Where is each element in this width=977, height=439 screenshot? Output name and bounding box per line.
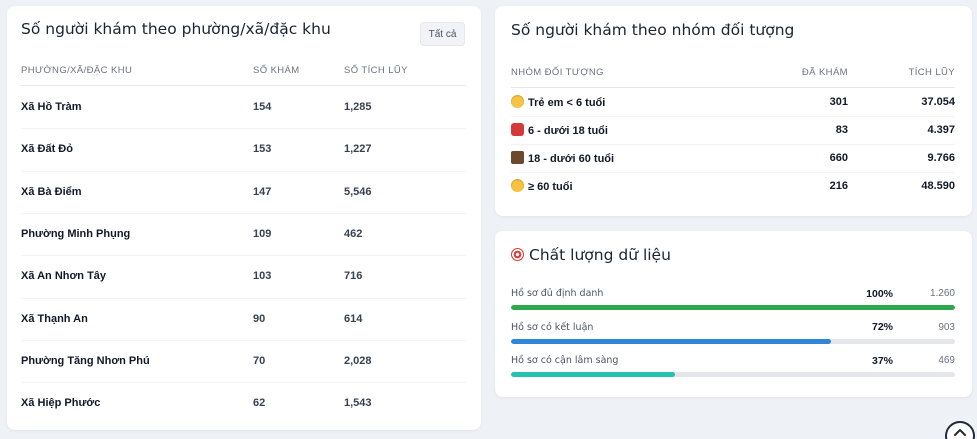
row-divider <box>511 116 955 117</box>
group-row-label: 6 - dưới 18 tuổi <box>511 123 608 137</box>
briefcase-emoji-icon <box>511 151 524 164</box>
quality-title-text: Chất lượng dữ liệu <box>529 246 671 264</box>
older-person-emoji-icon <box>511 179 524 192</box>
table-row[interactable] <box>21 86 466 128</box>
group-cumulative: 37.054 <box>921 96 955 108</box>
quality-progress-track <box>511 305 955 310</box>
group-row-label: 18 - dưới 60 tuổi <box>511 151 614 165</box>
baby-emoji-icon <box>511 95 524 108</box>
group-column-header: Nhóm đối tượng <box>511 67 604 78</box>
group-visited: 660 <box>829 152 848 164</box>
data-quality-card: Chất lượng dữ liệu Hồ sơ đủ định danh 100… <box>495 231 972 397</box>
group-row-label: ≥ 60 tuổi <box>511 179 573 193</box>
backpack-emoji-icon <box>511 123 524 136</box>
ward-cumulative: 462 <box>344 228 363 241</box>
target-icon <box>511 248 524 261</box>
ward-name: Xã Đất Đỏ <box>21 143 73 156</box>
row-divider <box>511 144 955 145</box>
quality-count: 903 <box>938 321 955 333</box>
quality-progress-fill <box>511 338 831 344</box>
group-header-divider <box>511 87 955 88</box>
quality-progress-track <box>511 338 955 344</box>
ward-cumulative: 1,227 <box>344 143 372 156</box>
group-cumulative-column-header: Tích lũy <box>908 67 955 78</box>
visited-column-header: Đã khám <box>801 67 848 78</box>
quality-percent: 72% <box>871 321 893 333</box>
group-row-label: Trẻ em < 6 tuổi <box>511 95 605 109</box>
ward-visits: 103 <box>253 270 272 283</box>
group-label-text: 18 - dưới 60 tuổi <box>528 153 615 165</box>
group-label-text: Trẻ em < 6 tuổi <box>528 97 606 109</box>
quality-label: Hồ sơ đủ định danh <box>511 288 604 299</box>
group-card-title: Số người khám theo nhóm đối tượng <box>511 21 795 39</box>
quality-progress-fill <box>511 372 676 377</box>
group-cumulative: 48.590 <box>921 180 955 192</box>
quality-progress-track <box>511 372 955 377</box>
group-cumulative: 4.397 <box>927 124 955 136</box>
quality-count: 1.260 <box>929 288 955 299</box>
ward-name: Xã Hiệp Phước <box>21 397 101 410</box>
table-row[interactable] <box>21 171 466 213</box>
quality-card-title: Chất lượng dữ liệu <box>511 246 671 264</box>
ward-visits: 70 <box>253 354 266 367</box>
ward-cumulative: 2,028 <box>344 354 372 367</box>
quality-progress-fill <box>511 305 955 310</box>
ward-cumulative: 614 <box>344 312 363 325</box>
ward-cumulative: 716 <box>344 270 363 283</box>
ward-visits: 109 <box>253 228 272 241</box>
group-visited: 216 <box>829 180 848 192</box>
ward-name: Xã An Nhơn Tây <box>21 270 107 283</box>
ward-visits: 62 <box>253 397 266 410</box>
visits-column-header: Số khám <box>253 65 300 76</box>
view-all-button[interactable]: Tất cả <box>420 22 465 46</box>
ward-visits-card: Số người khám theo phường/xã/đặc khu Tất… <box>7 6 481 430</box>
ward-name: Xã Hồ Tràm <box>21 101 82 114</box>
ward-visits: 90 <box>253 312 266 325</box>
quality-percent: 37% <box>871 354 893 367</box>
ward-column-header: Phường/Xã/Đặc khu <box>21 65 133 76</box>
chevron-up-icon <box>954 429 966 436</box>
ward-name: Xã Bà Điểm <box>21 185 82 198</box>
group-visited: 83 <box>835 124 848 136</box>
group-visited: 301 <box>829 96 848 108</box>
ward-cumulative: 5,546 <box>344 185 372 198</box>
ward-cumulative: 1,285 <box>344 101 372 114</box>
quality-percent: 100% <box>866 287 893 300</box>
ward-visits: 147 <box>253 185 272 198</box>
quality-label: Hồ sơ có kết luận <box>511 321 594 333</box>
group-cumulative: 9.766 <box>927 152 955 164</box>
group-visits-card: Số người khám theo nhóm đối tượng Nhóm đ… <box>495 6 972 216</box>
quality-count: 469 <box>938 355 955 366</box>
ward-visits: 154 <box>253 101 272 114</box>
row-divider <box>511 172 955 173</box>
ward-cumulative: 1,543 <box>344 397 372 410</box>
cumulative-column-header: Số tích lũy <box>344 65 408 76</box>
group-label-text: ≥ 60 tuổi <box>528 181 573 193</box>
ward-name: Phường Minh Phụng <box>21 228 131 241</box>
group-label-text: 6 - dưới 18 tuổi <box>528 125 608 137</box>
ward-visits: 153 <box>253 143 272 156</box>
ward-name: Xã Thạnh An <box>21 312 88 325</box>
scroll-top-button[interactable] <box>945 421 975 439</box>
ward-card-title: Số người khám theo phường/xã/đặc khu <box>21 20 331 38</box>
ward-name: Phường Tăng Nhơn Phú <box>21 354 150 367</box>
quality-label: Hồ sơ có cận lâm sàng <box>511 355 619 366</box>
table-row[interactable] <box>21 128 466 170</box>
